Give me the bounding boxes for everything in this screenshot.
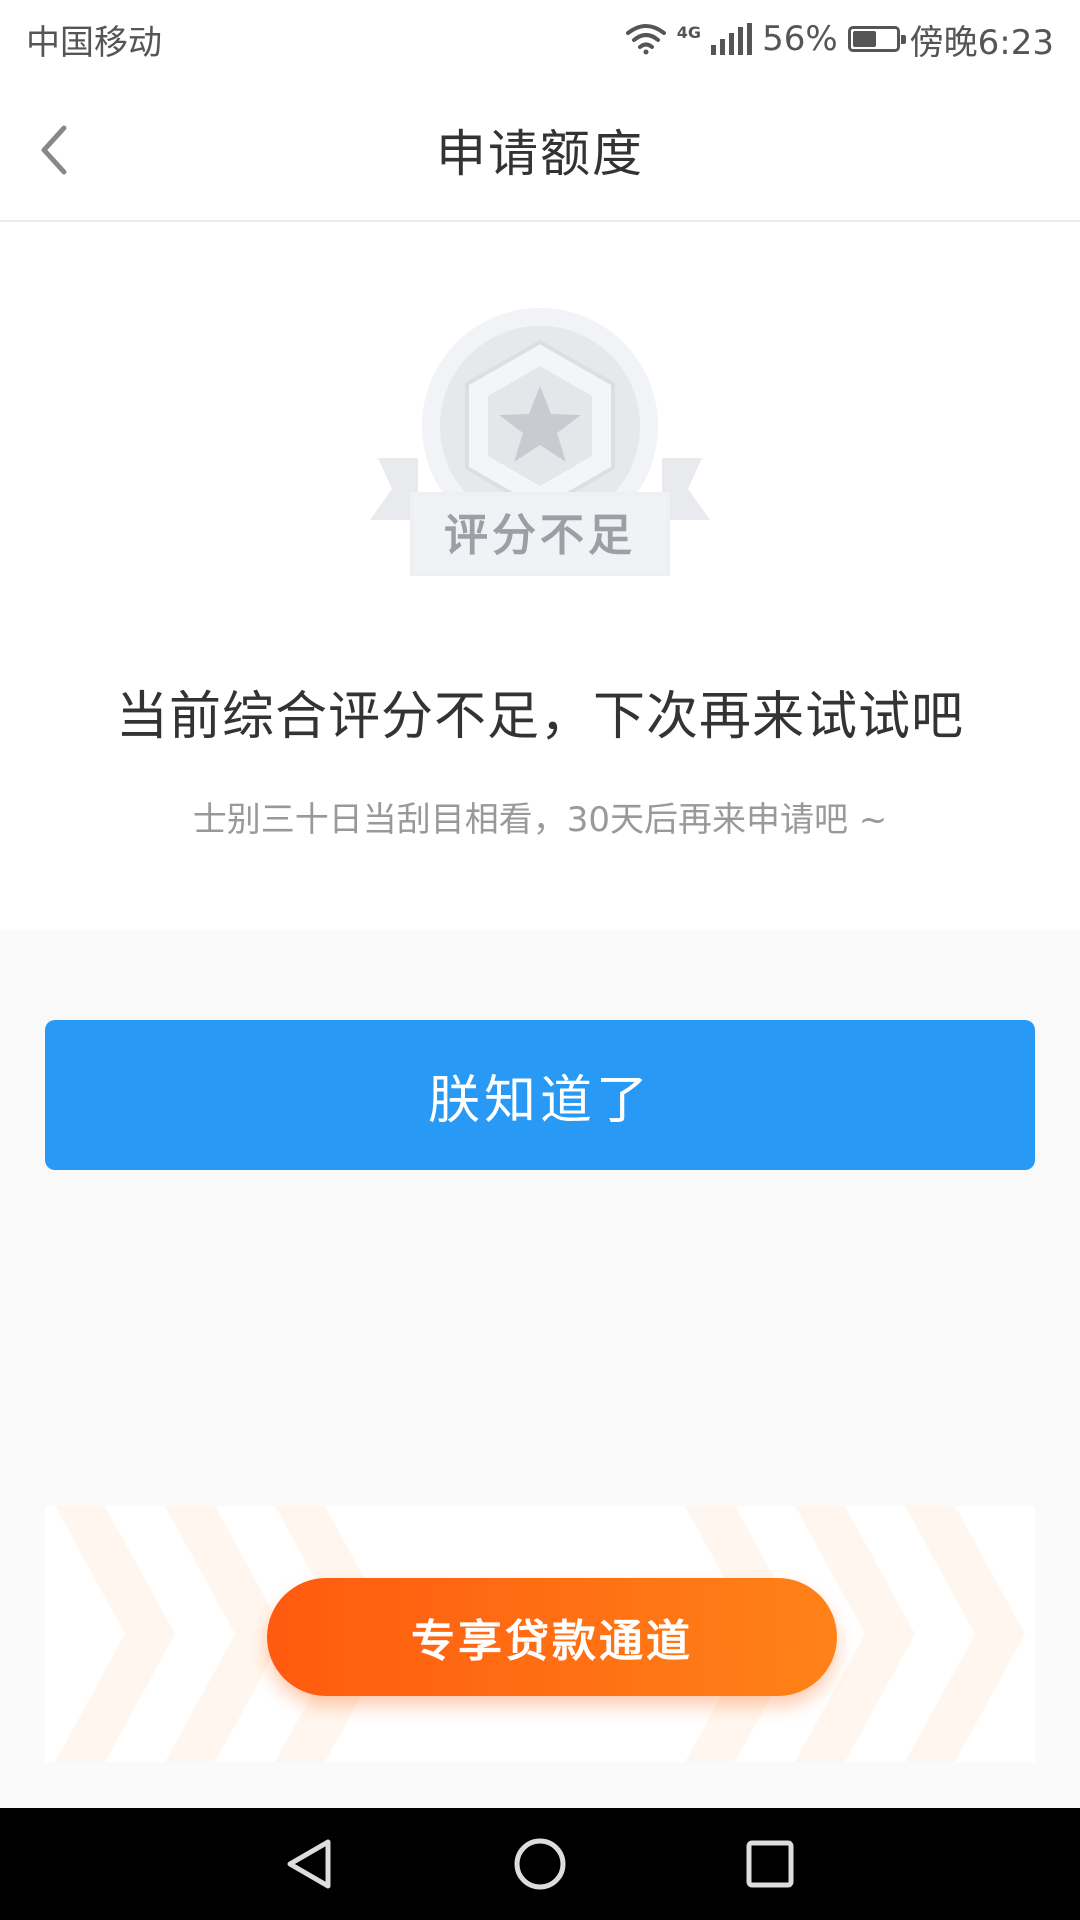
system-recents-button[interactable] <box>730 1824 810 1904</box>
circle-home-icon <box>514 1838 566 1890</box>
confirm-button[interactable]: 朕知道了 <box>45 1020 1035 1170</box>
status-indicators: 4G 56% 傍晚6:23 <box>625 15 1054 64</box>
result-card: 评分不足 当前综合评分不足，下次再来试试吧 士别三十日当刮目相看，30天后再来申… <box>0 222 1080 930</box>
signal-icon <box>711 23 753 55</box>
status-bar: 中国移动 4G 56% 傍晚6:23 <box>0 0 1080 78</box>
battery-icon <box>847 26 906 52</box>
battery-level-fill <box>852 31 877 47</box>
network-type-label: 4G <box>676 22 702 42</box>
promo-banner[interactable]: 专享贷款通道 <box>45 1506 1035 1762</box>
wifi-icon <box>625 24 666 55</box>
page-title: 申请额度 <box>436 125 644 183</box>
badge-label: 评分不足 <box>444 510 636 561</box>
chevron-left-icon <box>41 125 67 175</box>
triangle-back-icon <box>287 1839 331 1889</box>
exclusive-loan-button[interactable]: 专享贷款通道 <box>267 1578 837 1696</box>
system-back-button[interactable] <box>270 1824 350 1904</box>
navigation-bar: 申请额度 <box>0 78 1080 222</box>
back-button[interactable] <box>18 114 90 186</box>
carrier-label: 中国移动 <box>26 22 162 63</box>
score-badge: 评分不足 <box>370 308 710 584</box>
system-home-button[interactable] <box>500 1824 580 1904</box>
result-subline: 士别三十日当刮目相看，30天后再来申请吧 ~ <box>192 800 888 840</box>
battery-percent-label: 56% <box>762 19 838 59</box>
screen: 中国移动 4G 56% 傍晚6:23 申请额度 评分不足 当前综合评分不足，下次… <box>0 0 1080 1920</box>
square-recents-icon <box>746 1840 794 1888</box>
result-headline: 当前综合评分不足，下次再来试试吧 <box>115 687 964 747</box>
time-label: 傍晚6:23 <box>909 22 1054 63</box>
system-navigation-bar <box>0 1808 1080 1920</box>
